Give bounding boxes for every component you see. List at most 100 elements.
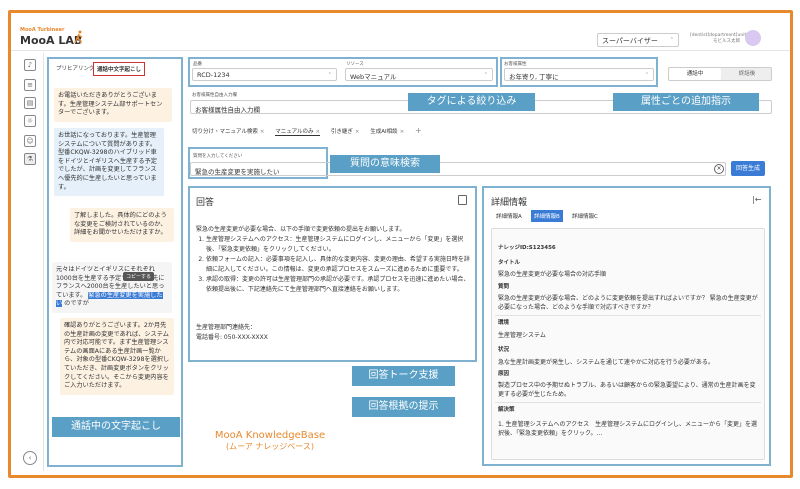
- flask-icon[interactable]: ⚗: [24, 153, 36, 165]
- answer-intro: 緊急の生産変更が必要な場合、以下の手順で変更依頼の提出をお願いします。: [196, 226, 406, 233]
- avatar[interactable]: [745, 30, 761, 46]
- message-text: のですが: [64, 300, 89, 308]
- detail-key: タイトル: [498, 260, 521, 266]
- transcript-tabs: プリヒアリング 通話中文字起こし: [51, 62, 179, 76]
- close-icon[interactable]: ×: [260, 129, 265, 135]
- mic-icon[interactable]: ♪: [24, 59, 36, 71]
- callout-transcript: 通話中の文字起こし: [52, 417, 180, 437]
- tab-live-transcript[interactable]: 通話中文字起こし: [93, 62, 146, 76]
- clear-icon[interactable]: ×: [714, 164, 724, 174]
- callout-evidence: 回答根拠の提示: [352, 397, 455, 417]
- chip-item[interactable]: 切り分け・マニュアル検索 ×: [192, 127, 264, 135]
- knowledge-id: ナレッジID:S123456: [498, 245, 556, 251]
- kb-reading: (ムーア ナレッジベース): [225, 442, 315, 451]
- role-select[interactable]: スーパーバイザー ⌃: [597, 33, 679, 47]
- contact-label: 生産管理部門連絡先：: [196, 324, 257, 331]
- tab-detail-a[interactable]: 詳細情報A: [493, 210, 525, 222]
- detail-key: 原因: [498, 371, 510, 377]
- attribute-label: お客様属性: [504, 62, 527, 67]
- product-select[interactable]: RCD-1234 ⌃: [192, 68, 337, 81]
- answer-step: 生産管理システムへのアクセス：生産管理システムにログインし、メニューから「変更」…: [206, 235, 472, 255]
- transcript-message: お電話いただきありがとうございます。生産管理システム部サポートセンターでございま…: [54, 88, 172, 122]
- call-status-toggle[interactable]: 通話中 終話後: [668, 67, 772, 81]
- chip-label: マニュアルのみ: [275, 129, 314, 135]
- resource-label: リソース: [346, 62, 364, 67]
- transcript-message: 了解しました。具体的にどのような変更をご検討されているのか、詳細をお聞かせいただ…: [70, 208, 174, 242]
- callout-semantic-search: 質問の意味検索: [330, 155, 440, 173]
- users-icon[interactable]: ☺: [24, 135, 36, 147]
- chevron-down-icon: ⌃: [669, 37, 674, 43]
- sidebar: ♪ ≡ ▤ ☼ ☺ ⚗ ‹: [18, 53, 44, 471]
- detail-key: 解決策: [498, 407, 515, 413]
- user-info: [dentist]department[unit] モビルス太郎: [690, 33, 748, 45]
- logo-subtitle: MooA Turbineer: [20, 27, 65, 33]
- close-icon[interactable]: ×: [400, 129, 405, 135]
- attribute-value: お年寄り, 丁寧に: [509, 73, 559, 81]
- copy-tooltip[interactable]: コピーする: [123, 272, 155, 281]
- product-value: RCD-1234: [197, 71, 230, 79]
- knowledgebase-title: MooA KnowledgeBase (ムーア ナレッジベース): [200, 430, 340, 452]
- transcript-message: 元々はドイツとイギリスにそれぞれ1000台を生産する予定でしたが、先にフランスへ…: [52, 262, 172, 313]
- chip-item[interactable]: 生成AI相談 ×: [370, 127, 404, 135]
- transcript-message: 確認ありがとうございます。2か月先の生産計画の変更であれば、システム内で対応可能…: [60, 318, 174, 395]
- question-input[interactable]: 緊急の生産変更を実施したい: [190, 162, 726, 176]
- chip-label: 生成AI相談: [370, 129, 398, 135]
- callout-talk-support: 回答トーク支援: [352, 366, 455, 386]
- divider: [495, 402, 761, 403]
- divider: [495, 315, 761, 316]
- tab-detail-b[interactable]: 詳細情報B: [531, 210, 563, 222]
- free-input-label: お客様属性自由入力欄: [192, 93, 237, 98]
- callout-tag-filter: タグによる絞り込み: [408, 93, 535, 111]
- contact-phone: 電話番号: 050-XXX-XXXX: [196, 334, 268, 341]
- detail-key: 質問: [498, 284, 510, 290]
- chip-label: 引き継ぎ: [330, 129, 353, 135]
- tab-prehearing[interactable]: プリヒアリング: [53, 62, 98, 74]
- tag-chips: 切り分け・マニュアル検索 × マニュアルのみ × 引き継ぎ × 生成AI相談 × +: [192, 126, 431, 136]
- close-icon[interactable]: ×: [316, 129, 321, 135]
- chip-label: 切り分け・マニュアル検索: [192, 129, 258, 135]
- detail-value: 急な生産計画変更が発生し、システムを通じて速やかに対応を行う必要がある。: [498, 359, 714, 366]
- callout-attr-instruction: 属性ごとの追加指示: [613, 93, 759, 111]
- detail-title: 詳細情報: [491, 198, 528, 208]
- transcript-message: お世話になっております。生産管理システムについて質問があります。型番CKQW-3…: [54, 128, 164, 197]
- resource-value: Webマニュアル: [350, 73, 397, 81]
- detail-value: 緊急の生産変更が必要な場合、どのように変更依頼を提出すればよいですか？ 緊急の生…: [498, 295, 758, 311]
- chevron-down-icon: ⌃: [327, 72, 332, 78]
- answer-step: 承認の取得：変更の許可は生産管理部門の承認が必要です。承認プロセスを迅速に進めた…: [206, 275, 472, 295]
- detail-value: 製造プロセス中の予期せぬトラブル、あるいは顧客からの緊急要望により、通常の生産計…: [498, 382, 756, 398]
- lightbulb-icon[interactable]: ☼: [24, 115, 36, 127]
- chevron-down-icon: ⌃: [483, 72, 488, 78]
- chip-item[interactable]: マニュアルのみ ×: [275, 127, 321, 136]
- chip-item[interactable]: 引き継ぎ ×: [331, 127, 360, 135]
- add-chip-icon[interactable]: +: [415, 126, 422, 135]
- answer-title: 回答: [196, 198, 215, 208]
- resource-select[interactable]: Webマニュアル ⌃: [345, 68, 493, 81]
- question-label: 質問を入力してください: [193, 154, 243, 159]
- answer-body: 緊急の生産変更が必要な場合、以下の手順で変更依頼の提出をお願いします。 生産管理…: [196, 225, 472, 295]
- tab-detail-c[interactable]: 詳細情報C: [569, 210, 601, 222]
- copy-icon[interactable]: [458, 195, 467, 205]
- user-name: モビルス太郎: [713, 39, 740, 44]
- product-label: 品番: [193, 62, 202, 67]
- detail-value: 生産管理システム: [498, 332, 546, 339]
- toggle-in-call[interactable]: 通話中: [669, 68, 721, 80]
- collapse-sidebar-icon[interactable]: ‹: [23, 451, 37, 465]
- clipboard-icon[interactable]: ▤: [24, 97, 36, 109]
- collapse-panel-icon[interactable]: |←: [752, 195, 761, 204]
- generate-answer-button[interactable]: 回答生成: [731, 161, 765, 176]
- role-value: スーパーバイザー: [602, 37, 658, 45]
- answer-step: 依頼フォームの記入：必要事項を記入し、具体的な変更内容、変更の理由、希望する実施…: [206, 255, 472, 275]
- document-search-icon[interactable]: ≡: [24, 79, 36, 91]
- detail-value: 緊急の生産変更が必要な場合の対応手順: [498, 271, 607, 278]
- answer-contact: 生産管理部門連絡先： 電話番号: 050-XXX-XXXX: [196, 323, 268, 343]
- kb-name: MooA KnowledgeBase: [214, 430, 326, 441]
- attribute-select[interactable]: お年寄り, 丁寧に ⌃: [504, 68, 654, 81]
- detail-key: 環境: [498, 320, 510, 326]
- chevron-down-icon: ⌃: [644, 72, 649, 78]
- close-icon[interactable]: ×: [355, 129, 360, 135]
- detail-key: 状況: [498, 347, 510, 353]
- detail-value: 1. 生産管理システムへのアクセス 生産管理システムにログインし、メニューから「…: [498, 421, 757, 437]
- app-logo: MooA LAB: [20, 34, 83, 47]
- running-figure-icon: [74, 30, 83, 44]
- toggle-after-call[interactable]: 終話後: [721, 68, 773, 80]
